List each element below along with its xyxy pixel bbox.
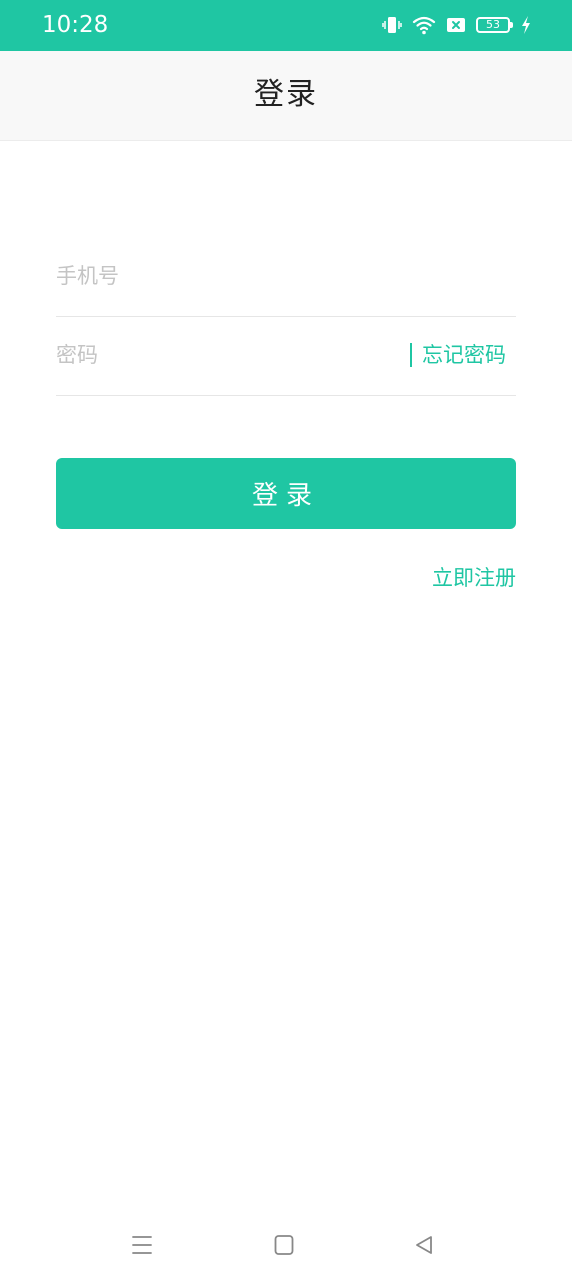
password-field: 忘记密码 bbox=[56, 315, 516, 396]
forgot-password-link[interactable]: 忘记密码 bbox=[422, 341, 506, 369]
navigation-bar bbox=[0, 1210, 572, 1280]
field-divider bbox=[410, 343, 412, 367]
charging-icon bbox=[520, 15, 532, 35]
forgot-password-wrap: 忘记密码 bbox=[410, 341, 506, 369]
status-icons: 53 bbox=[382, 12, 532, 38]
back-icon[interactable] bbox=[410, 1232, 438, 1258]
home-icon[interactable] bbox=[270, 1232, 298, 1258]
sim-error-icon bbox=[446, 16, 466, 34]
battery-icon: 53 bbox=[476, 17, 513, 33]
phone-field bbox=[56, 236, 516, 317]
vibrate-icon bbox=[382, 15, 402, 35]
password-input[interactable] bbox=[56, 335, 376, 375]
wifi-icon bbox=[412, 15, 436, 35]
phone-input[interactable] bbox=[56, 256, 376, 296]
login-button[interactable]: 登录 bbox=[56, 458, 516, 529]
battery-level: 53 bbox=[486, 18, 500, 31]
page-title: 登录 bbox=[254, 77, 318, 112]
status-time: 10:28 bbox=[42, 12, 109, 38]
status-bar: 10:28 53 bbox=[0, 0, 572, 51]
menu-icon[interactable] bbox=[128, 1232, 156, 1258]
title-bar: 登录 bbox=[0, 51, 572, 141]
register-link[interactable]: 立即注册 bbox=[432, 563, 516, 593]
